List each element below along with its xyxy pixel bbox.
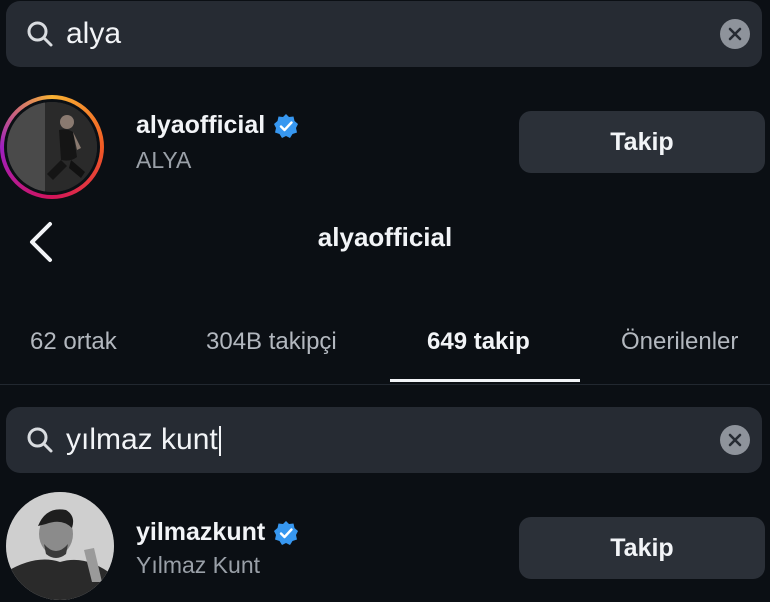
full-name: ALYA <box>136 147 192 173</box>
tab-followers[interactable]: 304B takipçi <box>206 328 337 356</box>
avatar[interactable] <box>6 492 114 600</box>
profile-photo <box>6 492 114 600</box>
search-icon <box>27 21 53 47</box>
following-search-input[interactable]: yılmaz kunt <box>66 407 221 473</box>
search-icon <box>27 427 53 453</box>
profile-title: alyaofficial <box>317 222 453 252</box>
search-result-row[interactable]: alyaofficial ALYA Takip <box>0 95 770 205</box>
verified-badge-icon <box>274 520 299 545</box>
following-search-bar[interactable]: yılmaz kunt <box>6 407 762 473</box>
username: yilmazkunt <box>136 518 299 547</box>
tab-following[interactable]: 649 takip <box>427 328 530 356</box>
clear-icon[interactable] <box>720 19 750 49</box>
verified-badge-icon <box>274 113 299 138</box>
divider <box>0 384 770 385</box>
tab-mutual[interactable]: 62 ortak <box>30 328 117 356</box>
avatar[interactable] <box>0 95 104 199</box>
full-name: Yılmaz Kunt <box>136 552 260 578</box>
active-tab-indicator <box>390 379 580 382</box>
clear-icon[interactable] <box>720 425 750 455</box>
top-search-bar[interactable]: alya <box>6 1 762 67</box>
follow-button[interactable]: Takip <box>519 111 765 173</box>
username: alyaofficial <box>136 111 299 140</box>
follow-button[interactable]: Takip <box>519 517 765 579</box>
follow-tabs: 62 ortak 304B takipçi 649 takip Önerilen… <box>0 300 770 385</box>
top-search-input[interactable]: alya <box>66 1 121 67</box>
tab-suggested[interactable]: Önerilenler <box>621 328 738 356</box>
following-result-row[interactable]: yilmazkunt Yılmaz Kunt Takip <box>0 492 770 602</box>
profile-photo <box>7 102 97 192</box>
text-caret <box>218 426 221 457</box>
